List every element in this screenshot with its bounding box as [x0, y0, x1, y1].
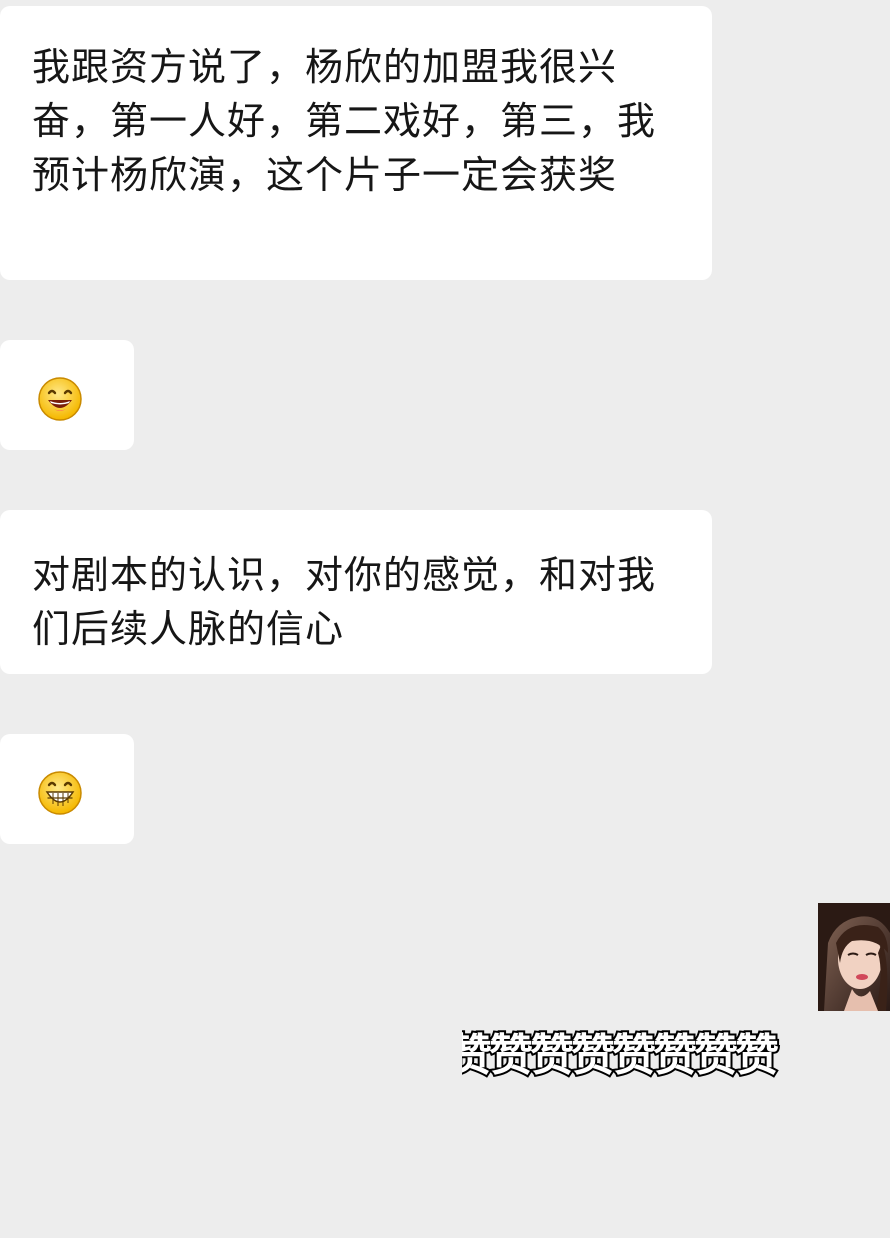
grin-emoji-icon — [38, 771, 82, 815]
sticker-message[interactable]: 赞赞赞赞赞赞赞赞 — [462, 1030, 788, 1082]
message-bubble[interactable]: 对剧本的认识，对你的感觉，和对我们后续人脉的信心 — [0, 510, 712, 674]
smile-emoji-icon — [38, 377, 82, 421]
message-bubble[interactable]: 我跟资方说了，杨欣的加盟我很兴奋，第一人好，第二戏好，第三，我预计杨欣演，这个片… — [0, 6, 712, 280]
message-text: 我跟资方说了，杨欣的加盟我很兴奋，第一人好，第二戏好，第三，我预计杨欣演，这个片… — [32, 45, 657, 197]
avatar-photo-icon — [818, 903, 890, 1011]
sticker-text: 赞赞赞赞赞赞赞赞 — [462, 1030, 781, 1082]
message-text: 对剧本的认识，对你的感觉，和对我们后续人脉的信心 — [32, 553, 657, 651]
message-bubble-emoji[interactable] — [0, 340, 134, 450]
message-bubble-emoji[interactable] — [0, 734, 134, 844]
chat-area: 我跟资方说了，杨欣的加盟我很兴奋，第一人好，第二戏好，第三，我预计杨欣演，这个片… — [0, 0, 890, 1238]
contact-avatar[interactable] — [818, 903, 890, 1011]
